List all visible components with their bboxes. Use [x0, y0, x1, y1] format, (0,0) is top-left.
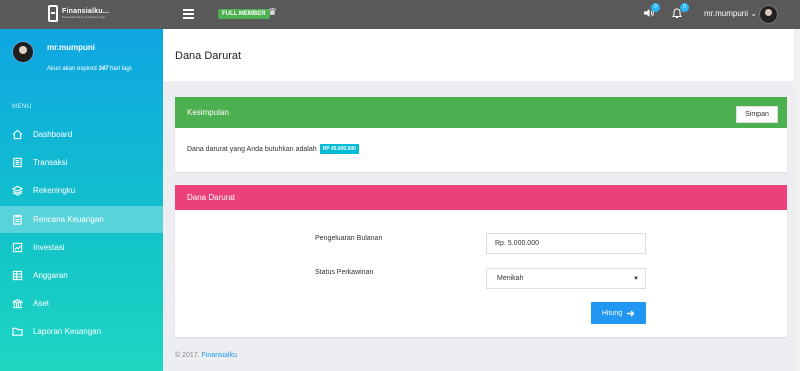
sidebar-username: mr.mumpuni [47, 43, 96, 52]
sidebar-item-label: Transaksi [33, 158, 68, 167]
footer-brand-link[interactable]: Finansialku [202, 352, 237, 359]
table-icon [11, 270, 23, 282]
sidebar-item-dashboard[interactable]: Dashboard [0, 121, 163, 148]
summary-text: Dana darurat yang Anda butuhkan adalah [187, 145, 317, 153]
app-tagline: Personal finance & planning app [62, 15, 106, 19]
sidebar-item-anggaran[interactable]: Anggaran [0, 262, 163, 289]
sidebar: mr.mumpuni Akun akan expired 347 hari la… [0, 29, 163, 371]
bank-icon [11, 298, 23, 310]
amount-badge: RP 45.000.000 [319, 144, 359, 154]
chart-icon [11, 242, 23, 254]
summary-title: Kesimpulan [187, 108, 229, 117]
footer: © 2017. Finansialku [175, 352, 237, 359]
crown-icon: ♛ [268, 7, 277, 18]
clipboard-icon [11, 214, 23, 226]
marital-status-label: Status Perkawinan [315, 269, 374, 276]
scrollbar[interactable] [794, 29, 800, 371]
marital-status-select[interactable]: Menikah ▼ [486, 268, 646, 289]
summary-result: Dana darurat yang Anda butuhkan adalah R… [187, 144, 359, 154]
save-button[interactable]: Simpan [736, 106, 778, 123]
account-expire-notice: Akun akan expired 347 hari lagi. [47, 66, 133, 72]
sidebar-item-label: Aset [33, 299, 50, 308]
expire-days: 347 [98, 66, 109, 72]
summary-card-header: Kesimpulan Simpan [175, 97, 787, 128]
sidebar-item-label: Rencana Keuangan [33, 215, 104, 224]
topbar-username: mr.mumpuni [704, 9, 749, 18]
menu-section-label: MENU [12, 104, 32, 110]
sidebar-item-label: Laporan Keuangan [33, 327, 102, 336]
app-logo[interactable]: Finansialku... Personal finance & planni… [48, 5, 109, 22]
sidebar-avatar [12, 41, 34, 63]
hamburger-menu-icon[interactable] [183, 9, 194, 19]
member-badge: FULL MEMBER [218, 9, 270, 19]
marital-status-value: Menikah [497, 275, 524, 282]
app-name: Finansialku... [62, 8, 110, 15]
sidebar-item-transaksi[interactable]: Transaksi [0, 149, 163, 176]
sidebar-item-label: Dashboard [33, 130, 73, 139]
sidebar-item-rekeningku[interactable]: Rekeningku [0, 177, 163, 204]
copyright-text: © 2017. [175, 352, 200, 359]
calculate-label: Hitung [601, 309, 623, 317]
sidebar-item-label: Investasi [33, 243, 65, 252]
sidebar-item-rencana-keuangan[interactable]: Rencana Keuangan [0, 206, 163, 233]
calculate-button[interactable]: Hitung [591, 302, 646, 324]
monthly-expense-label: Pengeluaran Bulanan [315, 235, 383, 242]
sidebar-item-laporan-keuangan[interactable]: Laporan Keuangan [0, 318, 163, 345]
volume-badge: 0 [651, 3, 660, 12]
sidebar-item-label: Anggaran [33, 271, 68, 280]
summary-card: Kesimpulan Simpan Dana darurat yang Anda… [175, 97, 787, 172]
notification-badge: 0 [680, 3, 689, 12]
layers-icon [11, 185, 23, 197]
logo-icon [48, 5, 58, 22]
sidebar-item-investasi[interactable]: Investasi [0, 234, 163, 261]
home-icon [11, 129, 23, 141]
list-icon [11, 157, 23, 169]
folder-icon [11, 326, 23, 338]
form-title: Dana Darurat [187, 193, 236, 202]
chevron-down-icon: ⌄ [750, 9, 757, 18]
caret-down-icon: ▼ [633, 275, 639, 282]
monthly-expense-input[interactable]: Rp. 5.000.000 [486, 233, 646, 254]
sidebar-item-label: Rekeningku [33, 186, 76, 195]
user-menu[interactable]: mr.mumpuni ⌄ [704, 9, 757, 18]
sidebar-item-aset[interactable]: Aset [0, 290, 163, 317]
emergency-fund-form-card: Dana Darurat Pengeluaran Bulanan Rp. 5.0… [175, 185, 787, 337]
top-navbar: Finansialku... Personal finance & planni… [0, 0, 800, 29]
arrow-right-icon [627, 310, 635, 316]
page-title: Dana Darurat [175, 50, 242, 62]
form-card-header: Dana Darurat [175, 185, 787, 210]
page-header: Dana Darurat [163, 29, 800, 81]
avatar[interactable] [759, 5, 778, 24]
